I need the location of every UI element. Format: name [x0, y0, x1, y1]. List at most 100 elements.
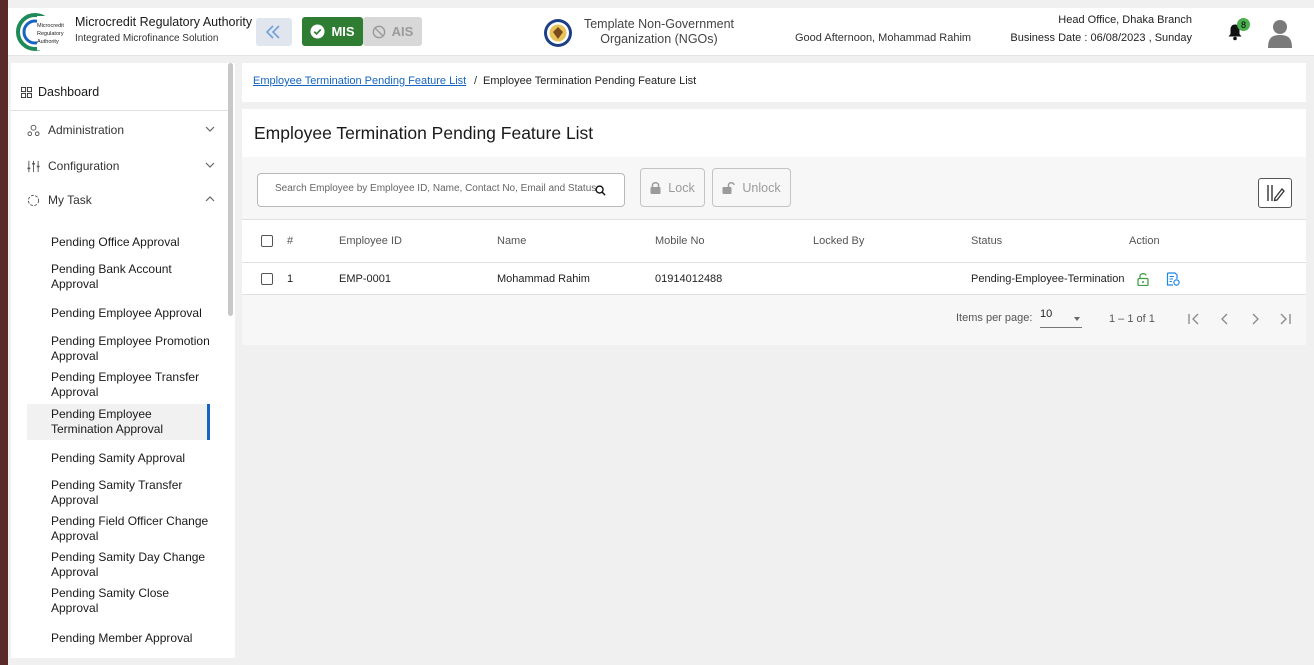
- sidebar-item-pending-employee-promotion-approval[interactable]: Pending Employee Promotion Approval: [27, 333, 210, 365]
- brand-title: Microcredit Regulatory Authority: [75, 15, 253, 29]
- org-seal-icon: [544, 19, 572, 47]
- sidebar-group-configuration[interactable]: Configuration: [27, 155, 215, 177]
- sidebar-group-label: Configuration: [48, 159, 120, 173]
- action-cell: [1129, 262, 1306, 295]
- previous-page-icon[interactable]: [1218, 312, 1232, 326]
- column-settings-button[interactable]: [1258, 178, 1292, 208]
- notification-badge: 8: [1237, 18, 1250, 31]
- svg-text:Authority: Authority: [37, 39, 59, 45]
- sidebar-group-administration[interactable]: Administration: [27, 119, 215, 141]
- sidebar-item-pending-samity-close-approval[interactable]: Pending Samity Close Approval: [27, 585, 210, 617]
- column-header: Status: [971, 219, 1129, 263]
- sidebar-item-pending-employee-transfer-approval[interactable]: Pending Employee Transfer Approval: [27, 369, 210, 401]
- unlock-action-icon[interactable]: [1137, 272, 1149, 286]
- dropdown-caret-icon: [1074, 317, 1080, 321]
- breadcrumb-current: Employee Termination Pending Feature Lis…: [483, 75, 697, 87]
- main-card: Employee Termination Pending Feature Lis…: [242, 109, 1306, 345]
- table-row[interactable]: 1 EMP-0001 Mohammad Rahim 01914012488 Pe…: [242, 262, 1306, 295]
- sidebar-item-pending-employee-termination-approval[interactable]: Pending Employee Termination Approval: [27, 404, 210, 440]
- sidebar-item-label: Dashboard: [38, 85, 100, 99]
- select-all-checkbox[interactable]: [261, 235, 273, 248]
- svg-text:Regulatory: Regulatory: [37, 31, 64, 37]
- lock-button[interactable]: Lock: [640, 168, 705, 207]
- sidebar-item-pending-member-approval[interactable]: Pending Member Approval: [27, 627, 210, 649]
- row-select-cell: [242, 262, 287, 295]
- column-header: Action: [1129, 219, 1306, 263]
- lock-icon: [650, 182, 661, 194]
- review-document-icon[interactable]: [1166, 271, 1180, 286]
- sidebar-item-label: Pending Samity Close Approval: [51, 586, 170, 615]
- mobile-cell: 01914012488: [655, 262, 813, 295]
- items-per-page-label: Items per page:: [956, 312, 1033, 324]
- unlock-button[interactable]: Unlock: [712, 168, 791, 207]
- sidebar-item-pending-employee-approval[interactable]: Pending Employee Approval: [27, 297, 210, 329]
- task-spinner-icon: [27, 194, 40, 206]
- user-avatar-icon[interactable]: [1267, 18, 1293, 48]
- page-range: 1 – 1 of 1: [1109, 313, 1155, 325]
- paginator: Items per page: 10 1 – 1 of 1: [242, 295, 1306, 345]
- search-input[interactable]: [275, 183, 600, 194]
- sidebar-group-label: Administration: [48, 123, 125, 137]
- sidebar-divider: [11, 110, 228, 111]
- row-checkbox[interactable]: [261, 272, 273, 285]
- employee-id-cell: EMP-0001: [339, 262, 497, 295]
- chevron-down-icon: [205, 162, 215, 168]
- mra-logo: Microcredit Regulatory Authority: [16, 13, 67, 51]
- block-icon: [372, 25, 386, 38]
- branch-name: Head Office, Dhaka Branch: [1058, 14, 1192, 26]
- business-date: Business Date : 06/08/2023 , Sunday: [1010, 32, 1192, 44]
- column-edit-icon: [1267, 185, 1285, 202]
- last-page-icon[interactable]: [1278, 312, 1292, 326]
- sidebar-group-label: My Task: [48, 193, 92, 207]
- sidebar-item-label: Pending Office Approval: [51, 234, 180, 249]
- unlock-icon: [722, 182, 736, 194]
- sidebar-item-label: Pending Samity Approval: [51, 450, 186, 465]
- mis-button[interactable]: MIS: [302, 17, 363, 46]
- lock-label: Lock: [668, 180, 695, 195]
- double-chevron-left-icon: [265, 25, 280, 39]
- search-box: [257, 173, 625, 207]
- chevron-down-icon: [205, 126, 215, 132]
- top-header: Microcredit Regulatory Authority Microcr…: [8, 8, 1314, 56]
- page-size-value: 10: [1040, 308, 1053, 320]
- toolbar: Lock Unlock: [242, 157, 1306, 219]
- sidebar-item-label: Pending Employee Termination Approval: [51, 407, 164, 436]
- sidebar-item-pending-samity-approval[interactable]: Pending Samity Approval: [27, 447, 210, 469]
- sidebar-item-label: Pending Samity Transfer Approval: [51, 478, 183, 507]
- sidebar-item-label: Pending Employee Approval: [51, 305, 202, 320]
- row-number: 1: [287, 262, 339, 295]
- sidebar-item-pending-samity-day-change-approval[interactable]: Pending Samity Day Change Approval: [27, 549, 210, 581]
- breadcrumb-separator: /: [474, 75, 478, 87]
- column-header: Locked By: [813, 219, 971, 263]
- sidebar-item-pending-office-approval[interactable]: Pending Office Approval: [27, 231, 210, 253]
- page-title: Employee Termination Pending Feature Lis…: [254, 123, 594, 143]
- locked-by-cell: [813, 262, 971, 295]
- sidebar-item-pending-bank-account-approval[interactable]: Pending Bank Account Approval: [27, 261, 210, 293]
- unlock-label: Unlock: [742, 180, 781, 195]
- ais-label: AIS: [391, 24, 414, 39]
- ais-button[interactable]: AIS: [363, 17, 422, 46]
- dashboard-icon: [21, 86, 32, 98]
- sidebar-group-my-task[interactable]: My Task: [27, 189, 215, 211]
- greeting-text: Good Afternoon, Mohammad Rahim: [795, 32, 972, 44]
- status-cell: Pending-Employee-Termination: [971, 262, 1129, 295]
- sidebar-item-label: Pending Bank Account Approval: [51, 262, 172, 291]
- employee-table: # Employee ID Name Mobile No Locked By S…: [242, 219, 1306, 295]
- sidebar-item-pending-samity-transfer-approval[interactable]: Pending Samity Transfer Approval: [27, 477, 210, 509]
- column-header: Name: [497, 219, 655, 263]
- sidebar-item-label: Pending Member Approval: [51, 630, 193, 645]
- page-size-select[interactable]: 10: [1040, 308, 1082, 328]
- sidebar-item-dashboard[interactable]: Dashboard: [21, 81, 235, 103]
- first-page-icon[interactable]: [1187, 312, 1201, 326]
- breadcrumb-link[interactable]: Employee Termination Pending Feature Lis…: [253, 75, 466, 87]
- search-icon[interactable]: [595, 185, 606, 196]
- next-page-icon[interactable]: [1248, 312, 1262, 326]
- sidebar-item-pending-field-officer-change-approval[interactable]: Pending Field Officer Change Approval: [27, 513, 210, 545]
- collapse-sidebar-button[interactable]: [256, 18, 292, 46]
- name-cell: Mohammad Rahim: [497, 262, 655, 295]
- sidebar-item-label: Pending Employee Transfer Approval: [51, 370, 200, 399]
- sidebar: Dashboard Administration Configuration M…: [11, 63, 235, 658]
- table-header-row: # Employee ID Name Mobile No Locked By S…: [242, 219, 1306, 263]
- mis-label: MIS: [331, 24, 355, 39]
- sidebar-item-label: Pending Field Officer Change Approval: [51, 514, 209, 543]
